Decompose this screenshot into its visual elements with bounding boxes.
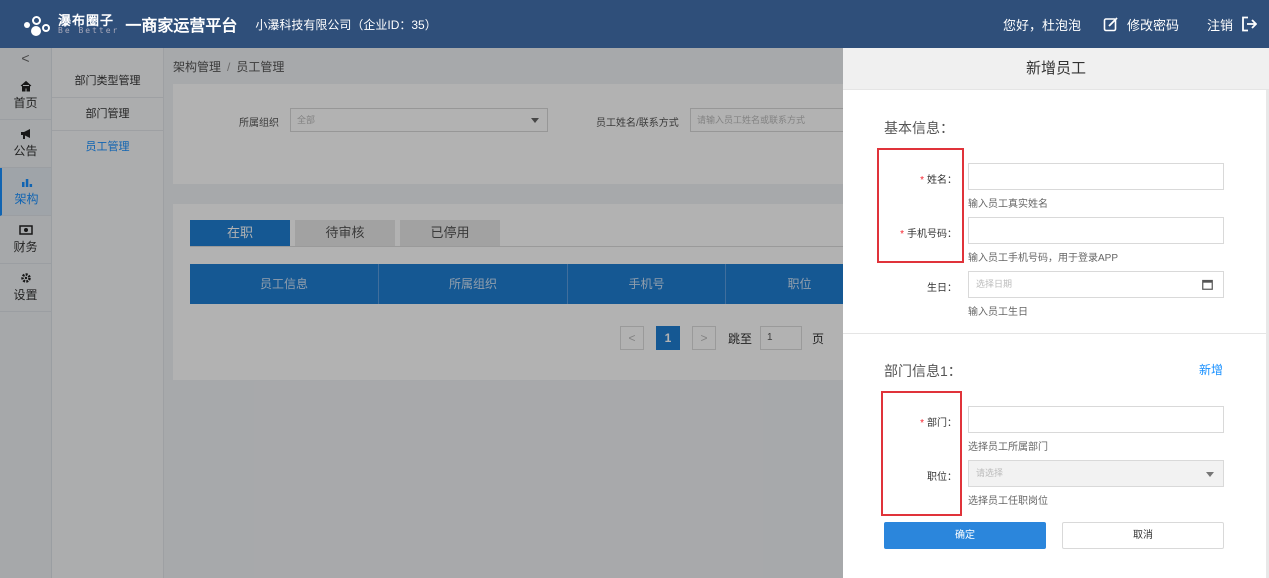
modal-overlay[interactable]	[0, 48, 843, 578]
position-select[interactable]: 请选择	[968, 460, 1224, 487]
logo-name: 瀑布圈子	[58, 12, 115, 28]
logo-dots-icon	[22, 12, 56, 36]
top-header: 瀑布圈子 Be Better 一商家运营平台 小瀑科技有限公司（企业ID：35）…	[0, 0, 1269, 48]
user-greeting: 您好，杜泡泡	[1002, 17, 1081, 33]
dept-info-title: 部门信息1：	[884, 363, 962, 379]
edit-icon	[1103, 17, 1118, 32]
drawer-title: 新增员工	[843, 48, 1269, 90]
phone-help-text: 输入员工手机号码，用于登录APP	[968, 253, 1119, 264]
add-dept-link[interactable]: 新增	[1199, 361, 1223, 378]
phone-input[interactable]	[968, 217, 1224, 244]
name-help-text: 输入员工真实姓名	[968, 199, 1048, 210]
logo[interactable]: 瀑布圈子 Be Better 一商家运营平台	[22, 12, 237, 36]
cancel-button[interactable]: 取消	[1062, 522, 1224, 549]
position-placeholder: 请选择	[976, 468, 1004, 478]
highlight-annotation-basic	[877, 148, 964, 263]
add-employee-drawer: 新增员工 基本信息： * 姓名： 输入员工真实姓名 * 手机号码： 输入员工手机号码…	[843, 48, 1269, 578]
name-input[interactable]	[968, 163, 1224, 190]
logout-icon	[1242, 16, 1257, 32]
change-password-button[interactable]: 修改密码	[1103, 15, 1179, 34]
birthday-help-text: 输入员工生日	[968, 307, 1028, 318]
birthday-placeholder: 选择日期	[976, 279, 1013, 289]
logout-label: 注销	[1206, 17, 1233, 33]
confirm-button[interactable]: 确定	[884, 522, 1046, 549]
birthday-field-label: 生日：	[927, 283, 957, 294]
position-help-text: 选择员工任职岗位	[968, 496, 1048, 507]
dept-input[interactable]	[968, 406, 1224, 433]
section-divider	[843, 333, 1269, 334]
calendar-icon	[1202, 279, 1213, 290]
logo-slogan: Be Better	[58, 25, 120, 35]
birthday-date-picker[interactable]: 选择日期	[968, 271, 1224, 298]
change-password-label: 修改密码	[1126, 17, 1179, 33]
dept-help-text: 选择员工所属部门	[968, 442, 1048, 453]
highlight-annotation-dept	[881, 391, 962, 516]
company-name: 小瀑科技有限公司（企业ID：35）	[255, 17, 437, 32]
basic-info-title: 基本信息：	[884, 120, 954, 136]
logout-button[interactable]: 注销	[1207, 15, 1257, 34]
chevron-down-icon	[1206, 472, 1214, 477]
platform-title: 一商家运营平台	[125, 18, 238, 35]
